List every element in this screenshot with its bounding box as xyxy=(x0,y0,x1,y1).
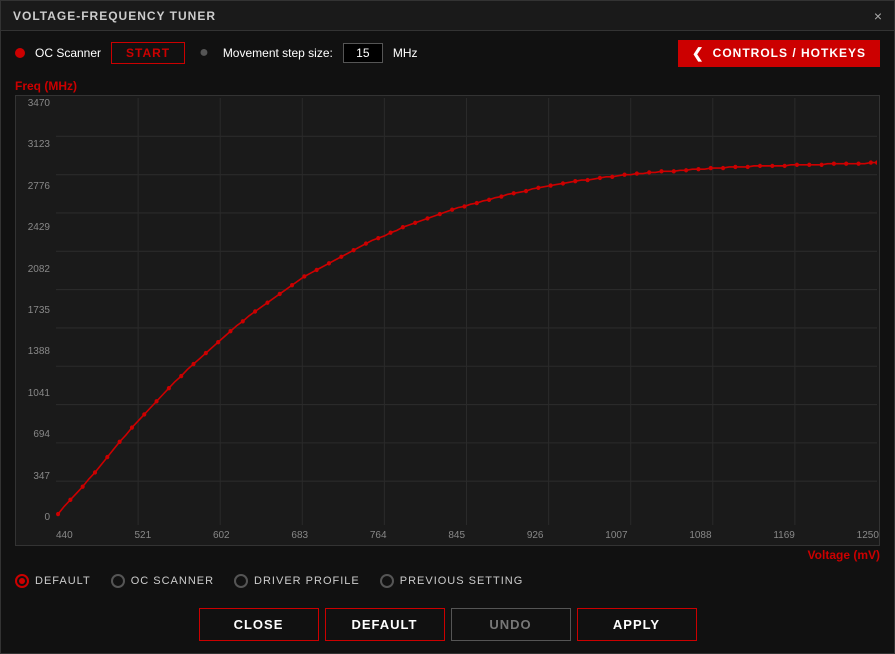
mhz-unit-label: MHz xyxy=(393,46,418,60)
x-label-10: 1250 xyxy=(857,530,879,541)
close-button[interactable]: CLOSE xyxy=(199,608,319,641)
window-title: VOLTAGE-FREQUENCY TUNER xyxy=(13,9,216,23)
y-label-1: 3123 xyxy=(16,139,54,150)
x-label-0: 440 xyxy=(56,530,73,541)
x-label-5: 845 xyxy=(448,530,465,541)
y-label-2: 2776 xyxy=(16,181,54,192)
y-label-10: 0 xyxy=(16,512,54,523)
y-label-7: 1041 xyxy=(16,388,54,399)
action-buttons: CLOSE DEFAULT UNDO APPLY xyxy=(1,600,894,653)
chart-svg xyxy=(56,98,877,525)
radio-oc-scanner-circle xyxy=(111,574,125,588)
x-axis-title: Voltage (mV) xyxy=(15,548,880,562)
x-label-8: 1088 xyxy=(689,530,711,541)
chevron-left-icon: ❮ xyxy=(692,45,705,62)
radio-driver-profile-circle xyxy=(234,574,248,588)
x-label-1: 521 xyxy=(134,530,151,541)
x-label-9: 1169 xyxy=(773,530,795,541)
radio-default[interactable]: DEFAULT xyxy=(15,574,91,588)
y-label-0: 3470 xyxy=(16,98,54,109)
y-axis-labels: 3470 3123 2776 2429 2082 1735 1388 1041 … xyxy=(16,96,54,525)
radio-default-circle xyxy=(15,574,29,588)
title-bar: VOLTAGE-FREQUENCY TUNER × xyxy=(1,1,894,31)
voltage-frequency-tuner-window: VOLTAGE-FREQUENCY TUNER × OC Scanner STA… xyxy=(0,0,895,654)
toolbar-left: OC Scanner START ● Movement step size: M… xyxy=(15,42,668,64)
y-label-9: 347 xyxy=(16,471,54,482)
oc-scanner-label: OC Scanner xyxy=(35,46,101,60)
y-label-3: 2429 xyxy=(16,222,54,233)
radio-driver-profile-label: DRIVER PROFILE xyxy=(254,575,360,587)
radio-previous-setting-circle xyxy=(380,574,394,588)
radio-oc-scanner-label: OC SCANNER xyxy=(131,575,214,587)
chart-container[interactable]: 3470 3123 2776 2429 2082 1735 1388 1041 … xyxy=(15,95,880,546)
undo-button[interactable]: UNDO xyxy=(451,608,571,641)
start-button[interactable]: START xyxy=(111,42,185,64)
step-size-input[interactable] xyxy=(343,43,383,63)
y-label-8: 694 xyxy=(16,429,54,440)
chart-area: Freq (MHz) 3470 3123 2776 2429 2082 1735… xyxy=(1,75,894,562)
radio-previous-setting-label: PREVIOUS SETTING xyxy=(400,575,524,587)
radio-previous-setting[interactable]: PREVIOUS SETTING xyxy=(380,574,524,588)
apply-button[interactable]: APPLY xyxy=(577,608,697,641)
bottom-controls: DEFAULT OC SCANNER DRIVER PROFILE PREVIO… xyxy=(1,562,894,600)
radio-driver-profile[interactable]: DRIVER PROFILE xyxy=(234,574,360,588)
chart-inner xyxy=(56,98,877,525)
x-label-4: 764 xyxy=(370,530,387,541)
x-axis-labels: 440 521 602 683 764 845 926 1007 1088 11… xyxy=(56,525,879,545)
radio-default-label: DEFAULT xyxy=(35,575,91,587)
y-label-4: 2082 xyxy=(16,264,54,275)
y-label-5: 1735 xyxy=(16,305,54,316)
toolbar: OC Scanner START ● Movement step size: M… xyxy=(1,31,894,75)
vf-curve xyxy=(58,163,877,514)
default-button[interactable]: DEFAULT xyxy=(325,608,445,641)
oc-scanner-dot xyxy=(15,48,25,58)
x-label-3: 683 xyxy=(291,530,308,541)
x-label-2: 602 xyxy=(213,530,230,541)
y-axis-title: Freq (MHz) xyxy=(15,79,880,93)
controls-hotkeys-button[interactable]: ❮ CONTROLS / HOTKEYS xyxy=(678,40,880,67)
x-label-6: 926 xyxy=(527,530,544,541)
radio-oc-scanner[interactable]: OC SCANNER xyxy=(111,574,214,588)
close-icon[interactable]: × xyxy=(874,8,882,24)
step-size-label: Movement step size: xyxy=(223,46,333,60)
y-label-6: 1388 xyxy=(16,346,54,357)
x-label-7: 1007 xyxy=(605,530,627,541)
controls-hotkeys-label: CONTROLS / HOTKEYS xyxy=(713,46,866,60)
